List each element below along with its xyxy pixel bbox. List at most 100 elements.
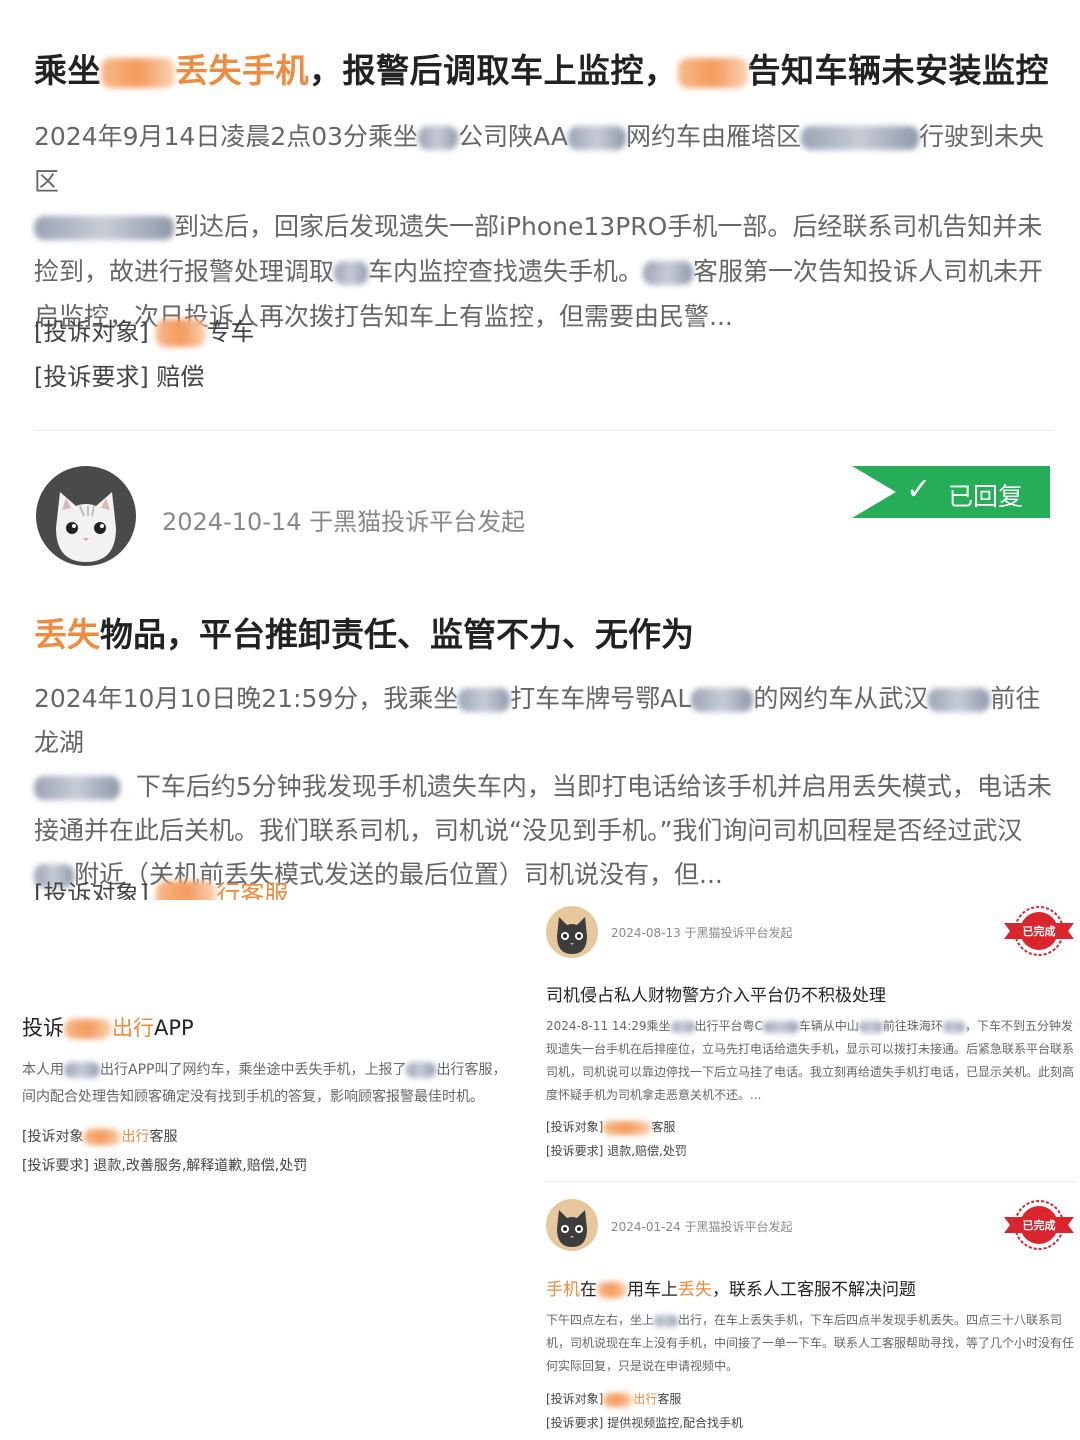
blurred-text bbox=[406, 1062, 437, 1078]
target-label: [投诉对象 bbox=[22, 1129, 84, 1145]
target-mid: 行 bbox=[216, 880, 241, 900]
completed-stamp: 已完成 bbox=[1004, 904, 1074, 956]
replied-badge: ✓ 已回复 bbox=[852, 466, 1050, 518]
complaint-meta-r2: 2024-01-24 于黑猫投诉平台发起 bbox=[611, 1220, 793, 1234]
body-text: 2024-8-11 14:29乘坐 bbox=[546, 1019, 671, 1033]
blurred-text bbox=[567, 126, 626, 150]
blurred-text bbox=[418, 126, 459, 150]
title-text-highlight: 丢失手机 bbox=[175, 51, 309, 90]
target-value: 客服 bbox=[240, 880, 289, 900]
body-text: 的网约车从武汉 bbox=[753, 684, 929, 713]
complaint-target-r1: [投诉对象] 客服 bbox=[546, 1118, 675, 1135]
blurred-text bbox=[670, 1020, 695, 1033]
target-value: 专车 bbox=[206, 318, 255, 346]
complaint-title-r1[interactable]: 司机侵占私人财物警方介入平台仍不积极处理 bbox=[546, 981, 886, 1006]
target-value: 客服 bbox=[149, 1129, 178, 1145]
complaint-request-r2: [投诉要求] 提供视频监控,配合找手机 bbox=[546, 1414, 743, 1431]
body-text: 本人用 bbox=[22, 1062, 64, 1078]
blurred-text bbox=[101, 57, 175, 88]
request-value: 退款,赔偿,处罚 bbox=[607, 1144, 687, 1158]
body-text: 车内监控查找遗失手机。 bbox=[368, 257, 644, 286]
blurred-text bbox=[156, 881, 217, 900]
blurred-text bbox=[334, 261, 369, 285]
blurred-text bbox=[677, 57, 748, 88]
target-mid: 出行 bbox=[121, 1129, 150, 1145]
complaint-request-r1: [投诉要求] 退款,赔偿,处罚 bbox=[546, 1142, 687, 1159]
blurred-text bbox=[603, 1392, 634, 1407]
title-text: 用车上 bbox=[627, 1280, 678, 1300]
blurred-text bbox=[928, 688, 991, 712]
completed-stamp-label: 已完成 bbox=[1022, 925, 1056, 938]
blurred-text bbox=[64, 1062, 100, 1078]
complaint-request-left: [投诉要求] 退款,改善服务,解释道歉,赔偿,处罚 bbox=[22, 1155, 307, 1175]
target-label: [投诉对象] bbox=[546, 1120, 604, 1134]
blurred-text bbox=[643, 261, 694, 285]
body-text: 下车后约5分钟我发现手机遗失车内，当即打电话给该手机并启用丢失模式，电话未接通并… bbox=[34, 772, 1052, 845]
blurred-text bbox=[691, 688, 754, 712]
title-text-highlight: 出行 bbox=[112, 1016, 154, 1040]
title-text: APP bbox=[154, 1016, 194, 1040]
title-text-highlight: 手机 bbox=[546, 1280, 580, 1300]
blurred-text bbox=[654, 1314, 679, 1327]
blurred-text bbox=[34, 216, 174, 240]
title-text-highlight: 丢失 bbox=[34, 615, 100, 654]
blurred-text bbox=[83, 1129, 122, 1145]
complaint-body-left: 本人用 出行APP叫了网约车，乘坐途中丢失手机，上报了 出行客服， 间内配合处理告知顾… bbox=[22, 1057, 542, 1111]
body-text: 间内配合处理告知顾客确定没有找到手机的答复，影响顾客报警最佳时机。 bbox=[22, 1089, 484, 1105]
request-label: [投诉要求] bbox=[546, 1416, 604, 1430]
complaint-body-2: 2024年10月10日晚21:59分，我乘坐 打车车牌号鄂AL 的网约车从武汉 前往龙… bbox=[34, 677, 1054, 897]
target-label: [投诉对象] bbox=[546, 1392, 604, 1406]
complaint-title-r2[interactable]: 手机在 用车上丢失，联系人工客服不解决问题 bbox=[546, 1275, 916, 1300]
complaint-title-left[interactable]: 投诉 出行APP bbox=[22, 1012, 194, 1042]
body-text: 出行APP叫了网约车，乘坐途中丢失手机，上报了 bbox=[100, 1062, 407, 1078]
request-value: 退款,改善服务,解释道歉,赔偿,处罚 bbox=[93, 1158, 308, 1174]
complaint-target-r2: [投诉对象] 出行客服 bbox=[546, 1390, 681, 1407]
cat-avatar-icon[interactable] bbox=[36, 466, 136, 566]
complaint-title-1[interactable]: 乘坐 丢失手机，报警后调取车上监控， 告知车辆未安装监控 bbox=[34, 44, 1064, 92]
body-text: 前往珠海环 bbox=[882, 1019, 943, 1033]
title-text: 在 bbox=[580, 1280, 597, 1300]
title-text: 物品，平台推卸责任、监管不力、无作为 bbox=[100, 615, 694, 654]
cat-avatar-icon[interactable] bbox=[546, 906, 598, 958]
title-text: 告知车辆未安装监控 bbox=[747, 51, 1049, 90]
divider bbox=[544, 1181, 1076, 1182]
completed-stamp: 已完成 bbox=[1004, 1198, 1074, 1250]
blurred-text bbox=[858, 1020, 883, 1033]
title-text: 投诉 bbox=[22, 1016, 64, 1040]
request-label: [投诉要求] bbox=[546, 1144, 604, 1158]
body-text: 车辆从中山 bbox=[798, 1019, 859, 1033]
request-label: [投诉要求] bbox=[34, 363, 149, 391]
body-text: 下午四点左右，坐上 bbox=[546, 1313, 655, 1327]
target-mid: 出行 bbox=[633, 1392, 658, 1406]
blurred-text bbox=[800, 126, 919, 150]
checkmark-icon: ✓ bbox=[906, 472, 932, 507]
request-value: 赔偿 bbox=[156, 363, 205, 391]
complaint-body-r1: 2024-8-11 14:29乘坐 出行平台粤C 车辆从中山 前往珠海环 ，下车不到五分… bbox=[546, 1015, 1078, 1107]
request-value: 提供视频监控,配合找手机 bbox=[607, 1416, 744, 1430]
body-text: 出行客服， bbox=[436, 1062, 507, 1078]
target-label: [投诉对象] bbox=[34, 880, 149, 900]
body-text: 2024年9月14日凌晨2点03分乘坐 bbox=[34, 122, 419, 151]
request-label: [投诉要求] bbox=[22, 1158, 89, 1174]
blurred-text bbox=[156, 319, 207, 347]
complaint-meta-r1: 2024-08-13 于黑猫投诉平台发起 bbox=[611, 926, 793, 940]
divider bbox=[34, 430, 1054, 431]
blurred-text bbox=[603, 1120, 652, 1135]
complaint-request-1: [投诉要求] 赔偿 bbox=[34, 357, 204, 392]
replied-label: 已回复 bbox=[948, 482, 1024, 511]
complaint-title-2[interactable]: 丢失物品，平台推卸责任、监管不力、无作为 bbox=[34, 608, 694, 656]
title-text: 乘坐 bbox=[34, 51, 101, 90]
title-text: ，联系人工客服不解决问题 bbox=[712, 1280, 916, 1300]
body-text: 出行平台粤C bbox=[694, 1019, 763, 1033]
body-text: 网约车由雁塔区 bbox=[625, 122, 801, 151]
blurred-text bbox=[64, 1019, 112, 1039]
blurred-text bbox=[597, 1282, 627, 1298]
body-text: 公司陕AA bbox=[458, 122, 568, 151]
blurred-text bbox=[762, 1020, 799, 1033]
title-text: ，报警后调取车上监控， bbox=[309, 51, 678, 90]
complaint-meta-2: 2024-10-14 于黑猫投诉平台发起 bbox=[162, 508, 526, 536]
cat-avatar-icon[interactable] bbox=[546, 1199, 598, 1251]
target-value: 客服 bbox=[651, 1120, 676, 1134]
target-label: [投诉对象] bbox=[34, 318, 149, 346]
blurred-text bbox=[942, 1020, 965, 1033]
